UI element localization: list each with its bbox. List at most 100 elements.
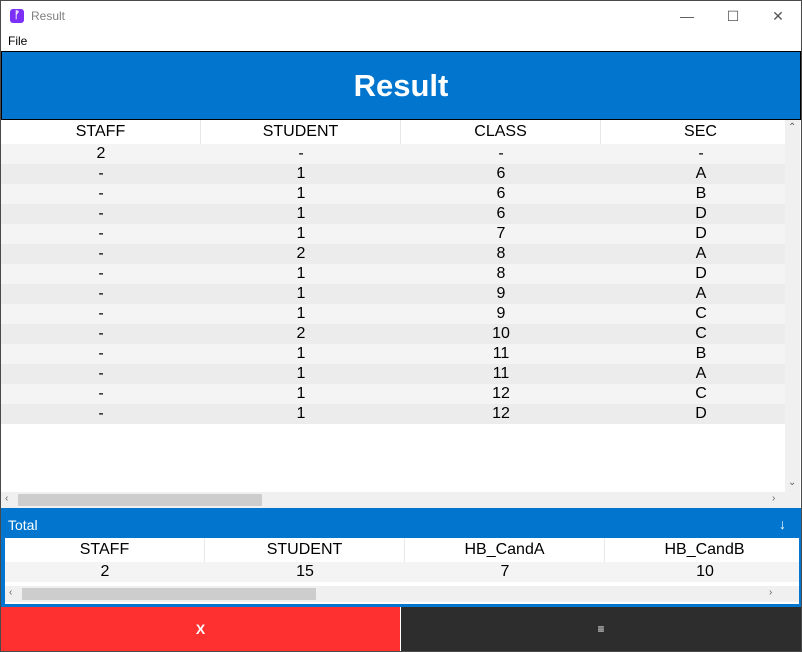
cell-sec: A [695, 165, 707, 182]
menu-file[interactable]: File [8, 34, 27, 48]
cell-sec: - [698, 145, 704, 162]
cell-staff: - [98, 285, 104, 302]
cell-staff: 2 [96, 145, 106, 162]
table-row[interactable]: - 1 8 D [1, 264, 785, 284]
cell-staff: - [98, 225, 104, 242]
total-value-staff: 2 [100, 563, 110, 580]
cell-staff: - [98, 405, 104, 422]
table-row[interactable]: -1 11 B [1, 344, 785, 364]
table-row[interactable]: - 1 9 A [1, 284, 785, 304]
menu-button[interactable]: ≡ [401, 607, 801, 651]
total-value-hb-candb: 10 [696, 563, 714, 580]
cell-class: 9 [496, 305, 506, 322]
table-row[interactable]: -1 11 A [1, 364, 785, 384]
total-label: Total [8, 517, 38, 533]
maximize-button[interactable]: ☐ [710, 3, 756, 29]
vertical-scrollbar[interactable]: ⌃ ⌄ [785, 120, 800, 492]
cell-class: 11 [492, 345, 510, 362]
page-title: Result [353, 68, 449, 103]
cell-staff: - [98, 185, 104, 202]
cell-staff: - [98, 365, 104, 382]
scroll-right-icon[interactable]: › [772, 493, 775, 504]
table-header: STAFF STUDENT CLASS SEC [1, 120, 785, 144]
cell-sec: A [695, 285, 707, 302]
scroll-up-icon[interactable]: ⌃ [788, 122, 796, 133]
column-header-staff[interactable]: STAFF [1, 120, 201, 144]
arrow-down-icon[interactable]: ↓ [779, 516, 786, 532]
cell-student: 1 [296, 385, 306, 402]
cell-student: 1 [296, 285, 306, 302]
cell-class: - [498, 145, 504, 162]
cell-class: 8 [496, 245, 506, 262]
feather-icon: ᚠ [10, 9, 24, 23]
cell-class: 6 [496, 185, 506, 202]
total-value-student: 15 [296, 563, 314, 580]
table-row[interactable]: - 1 9 C [1, 304, 785, 324]
cell-class: 12 [492, 385, 510, 402]
cell-sec: C [695, 385, 707, 402]
scroll-right-icon[interactable]: › [769, 587, 772, 598]
total-row: 2 15 7 10 [5, 562, 799, 582]
cell-student: 1 [296, 305, 306, 322]
table-row[interactable]: 2 - - - [1, 144, 785, 164]
result-table: STAFF STUDENT CLASS SEC 2 - - - - 1 6 A - 1 6 B - 1 6 D… [1, 120, 785, 492]
cell-staff: - [98, 305, 104, 322]
table-row[interactable]: - 2 10 C [1, 324, 785, 344]
cell-staff: - [98, 245, 104, 262]
cell-sec: D [695, 205, 707, 222]
scroll-thumb[interactable] [18, 494, 262, 506]
cell-student: - [298, 145, 304, 162]
cell-class: 6 [496, 165, 506, 182]
cell-staff: - [98, 205, 104, 222]
table-row[interactable]: - 1 6 B [1, 184, 785, 204]
close-window-button[interactable]: ✕ [755, 3, 801, 29]
cell-class: 7 [496, 225, 506, 242]
title-bar: ᚠ Result — ☐ ✕ [1, 1, 801, 31]
cell-student: 1 [296, 265, 306, 282]
table-row[interactable]: - 1 7 D [1, 224, 785, 244]
total-horizontal-scrollbar[interactable]: ‹ › [5, 586, 799, 602]
table-row[interactable]: - 2 8 A [1, 244, 785, 264]
minimize-button[interactable]: — [664, 3, 710, 29]
cell-student: 2 [296, 325, 306, 342]
horizontal-scrollbar[interactable]: ‹ › [1, 492, 785, 508]
total-header-hb-canda[interactable]: HB_CandA [405, 538, 605, 562]
cell-sec: C [695, 305, 707, 322]
scroll-down-icon[interactable]: ⌄ [788, 477, 796, 488]
scroll-corner [785, 492, 800, 508]
total-table: STAFF STUDENT HB_CandA HB_CandB 2 15 7 1… [5, 538, 799, 604]
cell-student: 2 [296, 245, 306, 262]
cell-sec: D [695, 405, 707, 422]
table-row[interactable]: - 1 6 A [1, 164, 785, 184]
cell-sec: A [695, 245, 707, 262]
cell-staff: - [98, 165, 104, 182]
scroll-left-icon[interactable]: ‹ [9, 587, 12, 598]
scroll-left-icon[interactable]: ‹ [5, 493, 8, 504]
cell-sec: B [695, 345, 707, 362]
table-row[interactable]: - 1 6 D [1, 204, 785, 224]
total-panel: Total ↓ STAFF STUDENT HB_CandA HB_CandB … [1, 508, 801, 607]
table-row[interactable]: - 1 12 C [1, 384, 785, 404]
cell-student: 1 [296, 165, 306, 182]
total-header-hb-candb[interactable]: HB_CandB [605, 538, 799, 562]
column-header-sec[interactable]: SEC [601, 120, 785, 144]
close-button[interactable]: X [1, 607, 400, 651]
cell-class: 10 [492, 325, 510, 342]
cell-class: 9 [496, 285, 506, 302]
total-header-student[interactable]: STUDENT [205, 538, 405, 562]
cell-student: 1 [296, 405, 306, 422]
scroll-thumb[interactable] [22, 588, 316, 600]
cell-student: 1 [296, 365, 306, 382]
cell-staff: - [98, 265, 104, 282]
cell-class: 11 [492, 365, 510, 382]
column-header-student[interactable]: STUDENT [201, 120, 401, 144]
cell-sec: B [695, 185, 707, 202]
cell-sec: A [695, 365, 707, 382]
column-header-class[interactable]: CLASS [401, 120, 601, 144]
total-header-staff[interactable]: STAFF [5, 538, 205, 562]
menu-bar: File [1, 31, 801, 51]
cell-class: 8 [496, 265, 506, 282]
table-row[interactable]: - 1 12 D [1, 404, 785, 424]
cell-sec: C [695, 325, 707, 342]
cell-student: 1 [296, 225, 306, 242]
